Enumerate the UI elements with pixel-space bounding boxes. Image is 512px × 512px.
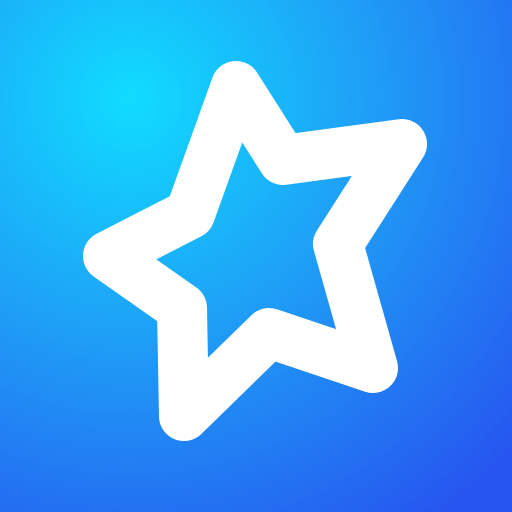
app-icon[interactable] [0,0,512,512]
star-outline-icon [83,61,427,441]
